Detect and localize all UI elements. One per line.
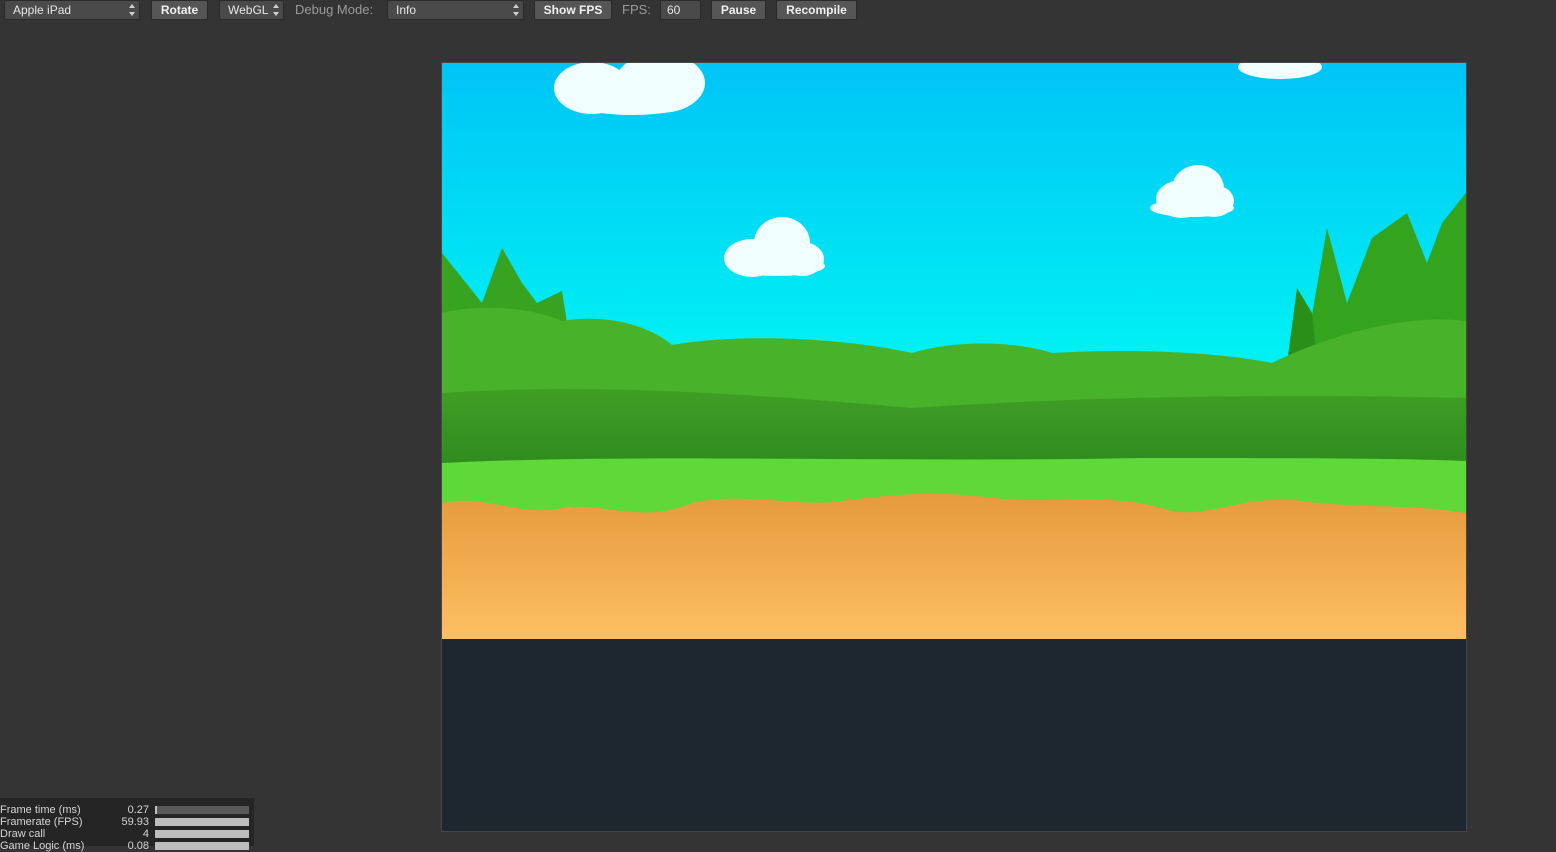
debug-mode-label: Debug Mode: — [295, 2, 374, 17]
stat-bar-fill — [155, 818, 249, 826]
game-scene — [442, 63, 1466, 639]
stat-bar-fill — [155, 830, 249, 838]
select-arrows-icon — [513, 4, 519, 16]
stat-row: Game Logic (ms) 0.08 — [0, 840, 254, 852]
select-arrows-icon — [129, 4, 135, 16]
stat-value: 0.08 — [127, 840, 149, 852]
stat-value: 4 — [142, 828, 149, 840]
stat-row: Framerate (FPS) 59.93 — [0, 816, 254, 828]
stat-row: Frame time (ms) 0.27 — [0, 804, 254, 816]
stats-panel: Frame time (ms) 0.27 Framerate (FPS) 59.… — [0, 798, 254, 852]
debug-mode-select-value: Info — [396, 3, 417, 17]
pause-button[interactable]: Pause — [711, 0, 766, 20]
stat-value: 0.27 — [127, 804, 149, 816]
show-fps-button[interactable]: Show FPS — [534, 0, 612, 20]
select-arrows-icon — [273, 4, 279, 16]
stat-bar — [155, 842, 249, 850]
cloud-shape — [554, 63, 705, 115]
stat-bar — [155, 806, 249, 814]
stat-row: Draw call 4 — [0, 828, 254, 840]
stat-name: Framerate (FPS) — [0, 816, 83, 828]
stat-name: Frame time (ms) — [0, 804, 81, 816]
device-select-value: Apple iPad — [13, 3, 72, 17]
stat-name: Game Logic (ms) — [0, 840, 85, 852]
stat-bar — [155, 830, 249, 838]
stat-value: 59.93 — [121, 816, 149, 828]
fps-input[interactable]: 60 — [660, 0, 701, 20]
rotate-button[interactable]: Rotate — [151, 0, 208, 20]
game-canvas[interactable] — [441, 62, 1467, 832]
stat-bar-fill — [155, 842, 249, 850]
toolbar: Apple iPad Rotate WebGL Debug Mode: Info… — [0, 0, 1556, 22]
stat-bar — [155, 818, 249, 826]
renderer-select-value: WebGL — [228, 3, 269, 17]
renderer-select[interactable]: WebGL — [219, 0, 284, 20]
fps-label: FPS: — [622, 2, 651, 17]
stat-name: Draw call — [0, 828, 46, 840]
debug-mode-select[interactable]: Info — [387, 0, 524, 20]
device-select[interactable]: Apple iPad — [4, 0, 140, 20]
stat-bar-fill — [155, 806, 157, 814]
recompile-button[interactable]: Recompile — [776, 0, 857, 20]
